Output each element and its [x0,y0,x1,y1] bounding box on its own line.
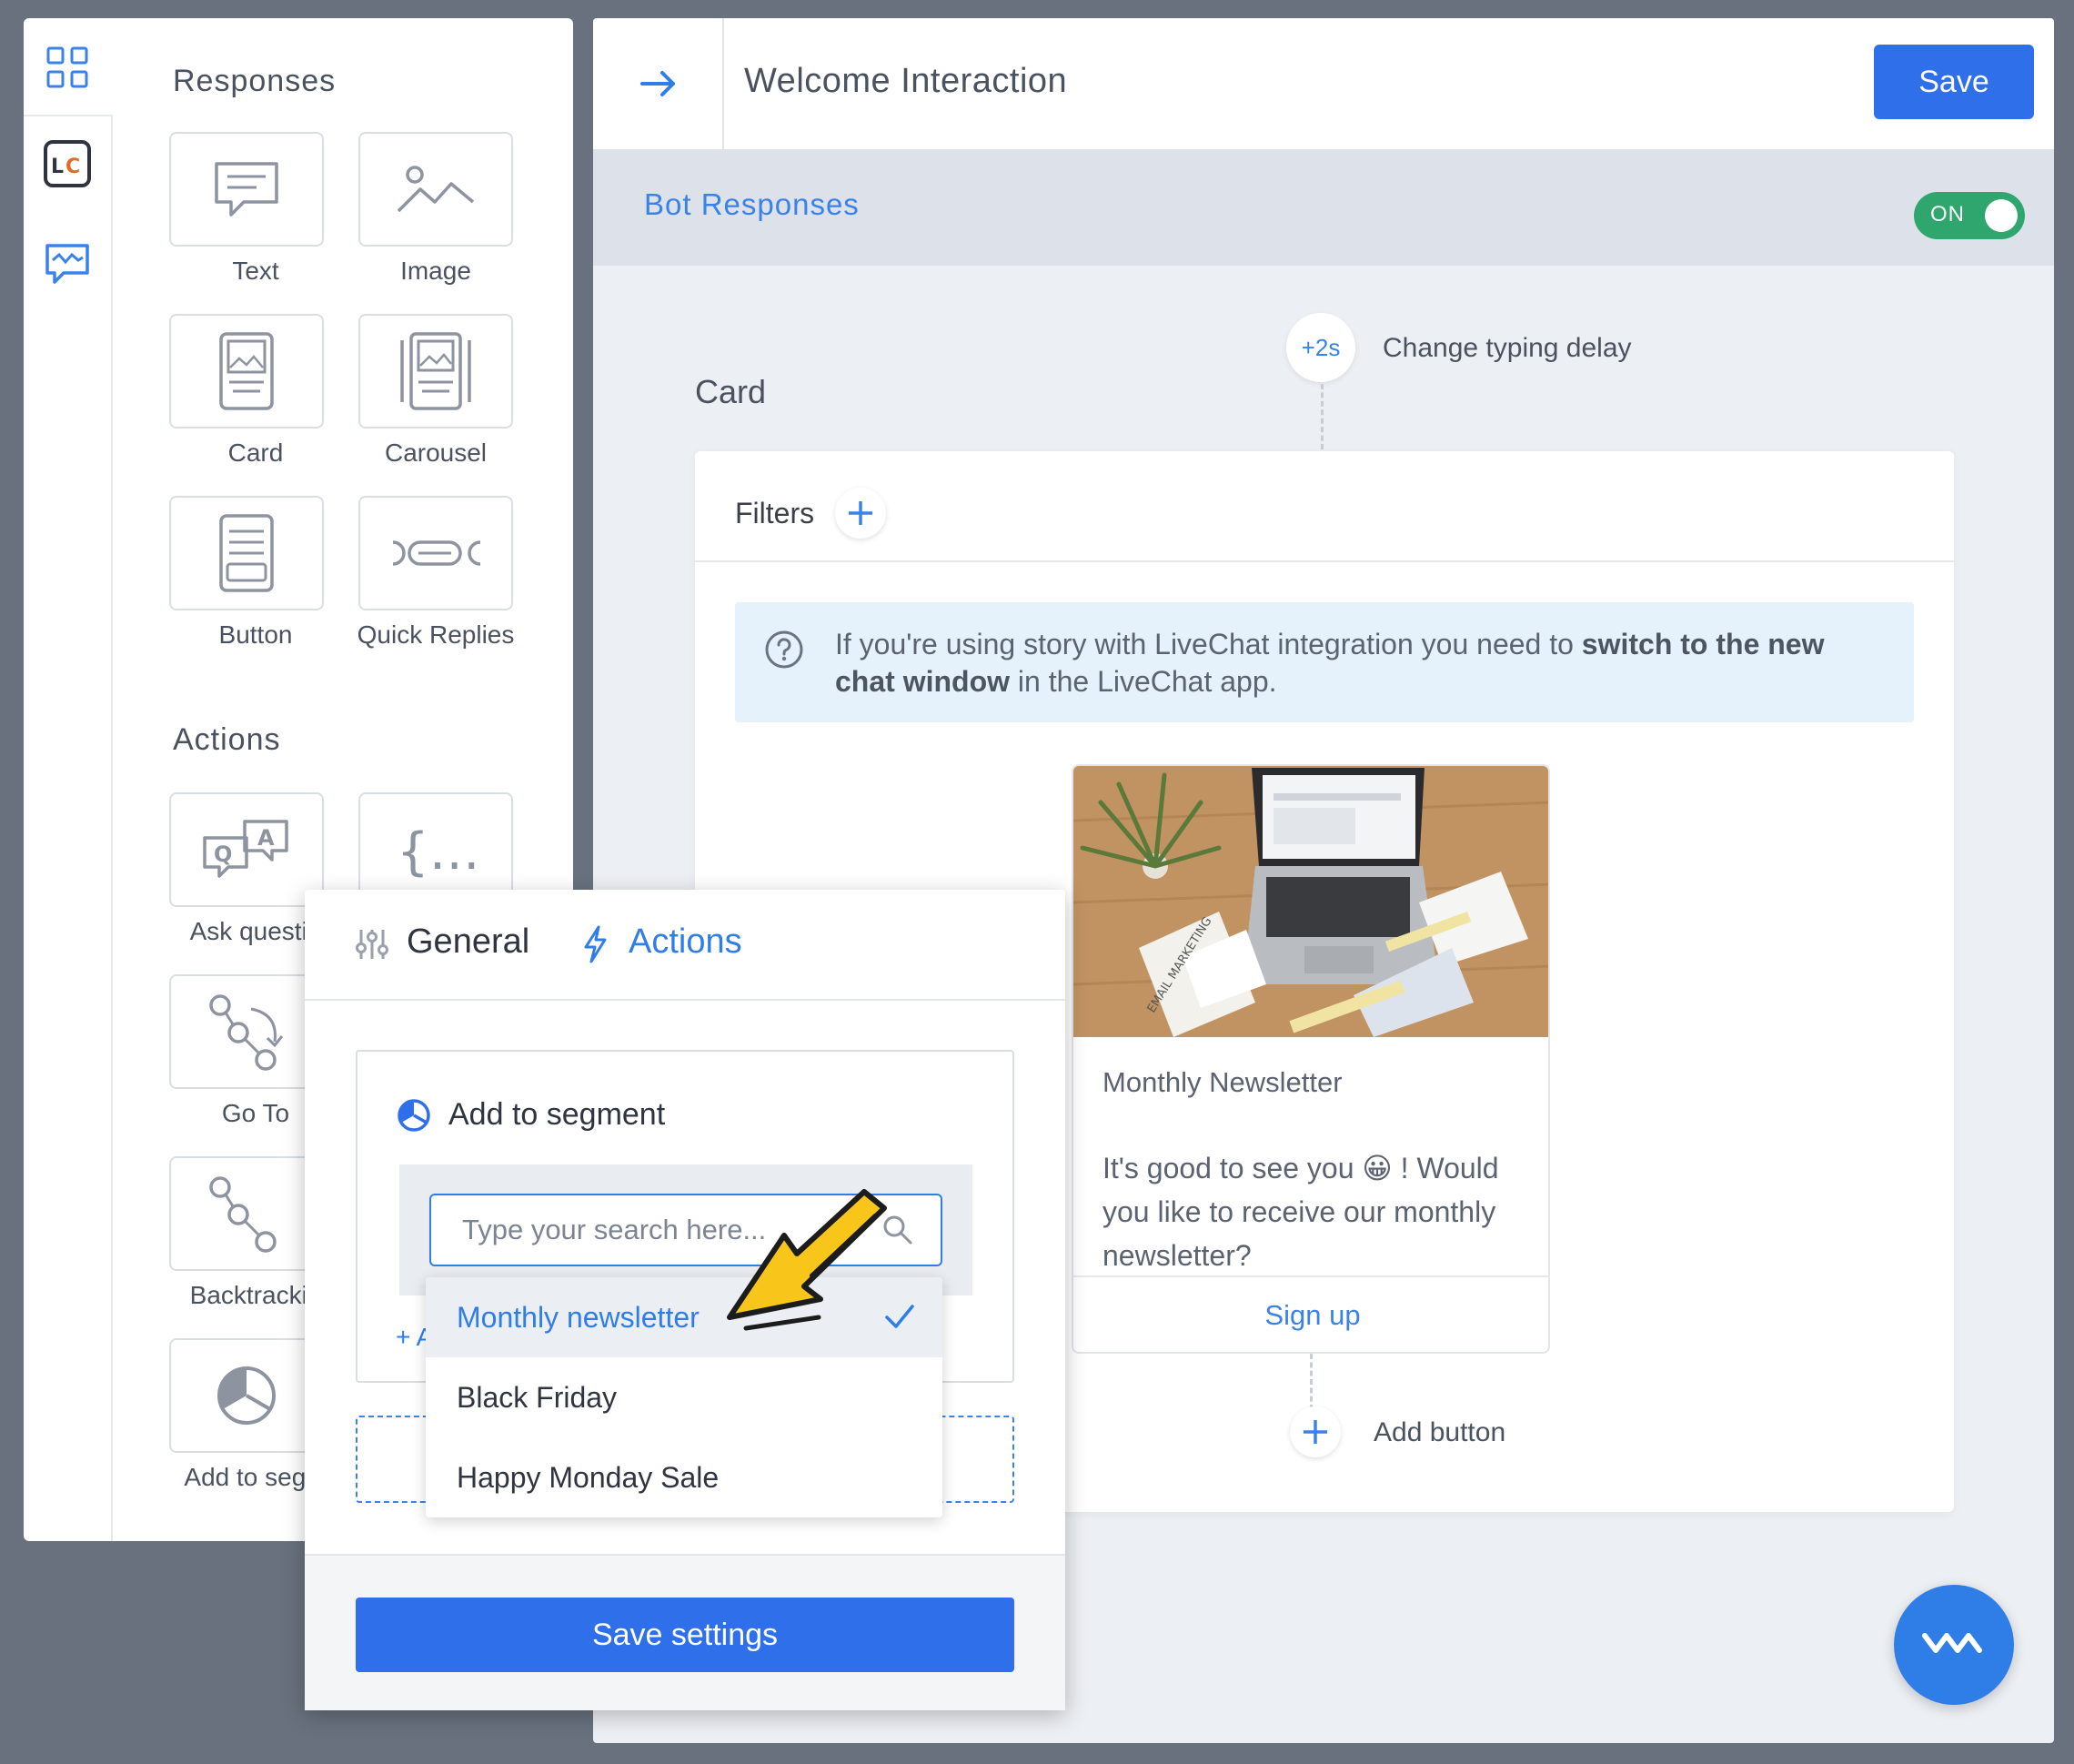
backtracking-action-tile[interactable] [169,1156,324,1271]
info-text: If you're using story with LiveChat inte… [835,626,1881,701]
bot-responses-toggle[interactable]: ON [1914,192,2025,239]
toggle-label: ON [1930,202,1965,227]
plus-icon [1304,1420,1327,1444]
responses-heading: Responses [173,64,337,98]
quick-replies-response-tile[interactable] [358,496,513,610]
segment-pie-icon [217,1366,276,1425]
livechat-logo-icon[interactable]: L C [44,140,91,187]
grinning-emoji-icon: 😀 [1362,1152,1393,1184]
add-to-segment-title: Add to segment [448,1097,666,1132]
curly-braces-icon: {…} [397,822,477,882]
connector-line [1310,1354,1313,1410]
svg-text:A: A [257,825,275,851]
card-heading: Card [695,373,767,410]
tab-actions[interactable]: Actions [629,922,742,962]
image-icon [397,166,475,213]
page-title: Welcome Interaction [744,62,1068,100]
text-tile-label: Text [232,257,279,285]
typing-delay-badge[interactable]: +2s [1286,313,1355,382]
typing-delay-label[interactable]: Change typing delay [1383,333,1632,364]
bot-responses-bar: Bot Responses ON [593,151,2054,266]
info-notice: If you're using story with LiveChat inte… [735,602,1914,722]
card-tile-label: Card [227,438,284,467]
quick-replies-tile-label: Quick Replies [357,620,515,649]
toggle-knob [1985,199,2018,232]
dropdown-option-happy-monday-sale[interactable]: Happy Monday Sale [426,1437,942,1517]
sign-up-button[interactable]: Sign up [1073,1277,1548,1352]
add-button-label[interactable]: Add button [1374,1417,1505,1448]
button-icon [219,514,274,592]
card-icon [219,332,274,410]
tab-general[interactable]: General [407,922,529,962]
text-response-tile[interactable] [169,132,324,247]
info-text-prefix: If you're using story with LiveChat inte… [835,628,1582,660]
wave-logo-icon [1922,1633,1982,1653]
lightning-icon [584,925,607,963]
plus-icon [849,501,872,525]
filters-label: Filters [735,497,815,529]
arrow-right-icon[interactable] [639,67,679,100]
image-tile-label: Image [400,257,471,285]
divider [695,560,1954,562]
qa-icon: Q A [203,820,288,878]
sliders-icon [356,930,388,959]
button-tile-label: Button [218,620,293,649]
card-preview-body: It's good to see you 😀 ! Would you like … [1102,1146,1530,1277]
newsletter-photo: EMAIL MARKETING [1073,766,1548,1037]
actions-heading: Actions [173,722,281,757]
card-preview-title: Monthly Newsletter [1102,1066,1343,1098]
annotation-arrow-icon [727,1189,887,1331]
goto-icon [209,994,284,1071]
info-text-suffix: in the LiveChat app. [1010,665,1277,698]
svg-text:L: L [51,156,64,178]
option-label: Happy Monday Sale [457,1460,720,1494]
carousel-icon [400,332,471,410]
option-label: Monthly newsletter [457,1300,700,1334]
chat-launcher-button[interactable] [1894,1585,2014,1705]
modal-footer: Save settings [305,1556,1065,1710]
add-filter-button[interactable] [835,488,886,539]
add-to-segment-action-tile[interactable] [169,1338,324,1453]
grid-icon[interactable] [45,45,89,89]
chatbot-icon[interactable] [44,240,91,287]
image-response-tile[interactable] [358,132,513,247]
svg-text:{…}: {…} [397,822,477,882]
body-text-1: It's good to see you [1102,1152,1363,1184]
button-response-tile[interactable] [169,496,324,610]
modal-tabs: General Actions [305,890,1065,1001]
question-icon [765,630,803,669]
add-button-plus[interactable] [1290,1406,1341,1457]
connector-line [1321,384,1324,449]
dropdown-option-black-friday[interactable]: Black Friday [426,1357,942,1437]
backtracking-icon [209,1176,277,1253]
option-label: Black Friday [457,1380,618,1414]
svg-text:C: C [65,156,80,178]
ask-question-action-tile[interactable]: Q A [169,792,324,907]
back-cell[interactable] [593,18,724,149]
text-bubble-icon [215,162,278,217]
editor-header: Welcome Interaction Save [593,18,2054,151]
bot-responses-label[interactable]: Bot Responses [644,187,860,222]
carousel-tile-label: Carousel [384,438,488,467]
svg-text:Q: Q [214,842,232,867]
save-settings-button[interactable]: Save settings [356,1598,1014,1672]
save-button[interactable]: Save [1874,45,2034,119]
card-response-tile[interactable] [169,314,324,428]
go-to-action-tile[interactable] [169,974,324,1089]
card-preview[interactable]: EMAIL MARKETING Monthly Newsletter It's … [1072,764,1550,1354]
carousel-response-tile[interactable] [358,314,513,428]
quick-replies-icon [392,540,481,566]
segment-pie-icon [398,1099,430,1132]
